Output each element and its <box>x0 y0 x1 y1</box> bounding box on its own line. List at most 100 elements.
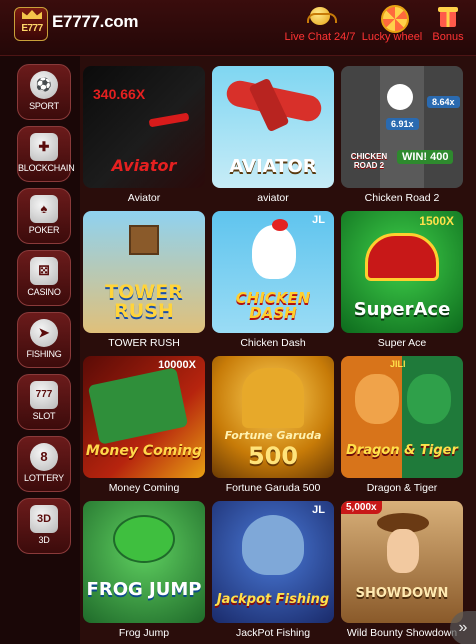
multiplier-text: 340.66X <box>93 86 146 102</box>
garuda-icon <box>242 368 304 428</box>
multiplier-chip: 8.64x <box>427 96 460 108</box>
sidebar-item-label: LOTTERY <box>24 473 64 483</box>
game-logo-text: CHICKEN ROAD 2 <box>350 152 388 170</box>
sidebar-item-poker[interactable]: ♠ POKER <box>17 188 71 244</box>
crown-icon <box>22 10 42 19</box>
game-card-frog-jump[interactable]: FROG JUMP Frog Jump <box>83 501 205 643</box>
money-stack-icon <box>87 367 189 445</box>
bonus-label: Bonus <box>432 31 464 43</box>
game-card-tower-rush[interactable]: TOWER RUSH TOWER RUSH <box>83 211 205 353</box>
crate-icon <box>129 225 159 255</box>
game-name: aviator <box>257 192 289 204</box>
game-thumbnail[interactable]: 5,000x SHOWDOWN <box>341 501 463 623</box>
game-logo-text: FROG JUMP <box>86 579 202 600</box>
game-card-chicken-road-2[interactable]: 6.91x 8.64x WIN! 400 CHICKEN ROAD 2 Chic… <box>341 66 463 208</box>
game-card-aviator-spribe[interactable]: 340.66X Aviator Aviator <box>83 66 205 208</box>
live-chat-button[interactable]: Live Chat 24/7 <box>283 5 357 43</box>
game-logo-text: CHICKEN DASH <box>235 289 311 322</box>
live-chat-label: Live Chat 24/7 <box>284 31 356 43</box>
tiger-icon <box>355 374 399 424</box>
lottery-ball-icon: 8 <box>30 443 58 471</box>
top-header: E777 E7777.com Live Chat 24/7 Lucky whee… <box>0 0 476 56</box>
game-card-super-ace[interactable]: 1500X SuperAce Super Ace <box>341 211 463 353</box>
shark-icon <box>242 515 304 575</box>
sidebar-item-slot[interactable]: 777 SLOT <box>17 374 71 430</box>
game-card-wild-bounty-showdown[interactable]: 5,000x SHOWDOWN Wild Bounty Showdown <box>341 501 463 643</box>
cowgirl-icon <box>387 529 419 573</box>
sidebar-item-label: POKER <box>28 225 60 235</box>
game-name: Chicken Road 2 <box>364 192 440 204</box>
game-card-aviator[interactable]: AVIATOR aviator <box>212 66 334 208</box>
game-logo-text: Dragon & Tiger <box>346 443 458 458</box>
site-logo-text[interactable]: E7777.com <box>52 12 138 32</box>
game-card-chicken-dash[interactable]: JL CHICKEN DASH Chicken Dash <box>212 211 334 353</box>
sidebar-item-label: FISHING <box>26 349 62 359</box>
logo-badge-text: E777 <box>21 23 43 34</box>
logo-badge[interactable]: E777 <box>14 7 48 41</box>
max-win-badge: 5,000x <box>341 501 382 514</box>
game-name: TOWER RUSH <box>108 337 180 349</box>
sidebar-item-blockchain[interactable]: ✚ BLOCKCHAIN <box>17 126 75 182</box>
fish-icon: ➤ <box>30 319 58 347</box>
win-badge: WIN! 400 <box>397 150 454 164</box>
sidebar-item-casino[interactable]: ⚄ CASINO <box>17 250 71 306</box>
sidebar-item-lottery[interactable]: 8 LOTTERY <box>17 436 71 492</box>
headset-icon <box>305 5 337 29</box>
game-logo-text: Jackpot Fishing <box>216 592 330 607</box>
game-thumbnail[interactable]: FROG JUMP <box>83 501 205 623</box>
game-logo-text: TOWER RUSH <box>105 281 183 322</box>
game-name: Super Ace <box>377 337 427 349</box>
game-name: Frog Jump <box>118 627 170 639</box>
sidebar-item-sport[interactable]: ⚽ SPORT <box>17 64 71 120</box>
sidebar-item-label: SPORT <box>29 101 59 111</box>
game-logo-text: AVIATOR <box>229 156 317 177</box>
sidebar-item-label: SLOT <box>32 411 56 421</box>
provider-badge: JILI <box>390 359 406 369</box>
3d-icon: 3D <box>30 505 58 533</box>
game-thumbnail[interactable]: TOWER RUSH <box>83 211 205 333</box>
game-card-dragon-tiger[interactable]: JILI Dragon & Tiger Dragon & Tiger <box>341 356 463 498</box>
sidebar-item-fishing[interactable]: ➤ FISHING <box>17 312 71 368</box>
game-card-fortune-garuda-500[interactable]: Fortune Garuda 500 Fortune Garuda 500 <box>212 356 334 498</box>
game-thumbnail[interactable]: AVIATOR <box>212 66 334 188</box>
game-card-jackpot-fishing[interactable]: JL Jackpot Fishing JackPot Fishing <box>212 501 334 643</box>
game-thumbnail[interactable]: JL CHICKEN DASH <box>212 211 334 333</box>
game-logo-text: SuperAce <box>353 299 451 320</box>
soccer-ball-icon: ⚽ <box>30 71 58 99</box>
game-logo-text: SHOWDOWN <box>355 586 449 601</box>
sidebar-item-3d[interactable]: 3D 3D <box>17 498 71 554</box>
max-win-badge: 1500X <box>419 214 454 228</box>
game-thumbnail[interactable]: 1500X SuperAce <box>341 211 463 333</box>
sidebar-item-label: BLOCKCHAIN <box>18 163 75 173</box>
gift-icon <box>433 5 463 29</box>
jester-hat-icon <box>365 233 439 281</box>
game-name: Chicken Dash <box>240 337 306 349</box>
rooster-comb <box>272 219 288 231</box>
game-subtitle-text: Fortune Garuda <box>224 429 322 442</box>
game-thumbnail[interactable]: JL Jackpot Fishing <box>212 501 334 623</box>
game-logo-text: 500 <box>247 442 299 470</box>
sidebar-item-label: CASINO <box>27 287 61 297</box>
provider-badge: JL <box>312 504 325 516</box>
game-thumbnail[interactable]: Fortune Garuda 500 <box>212 356 334 478</box>
wheel-icon <box>377 5 409 33</box>
plane-icon <box>148 112 190 128</box>
game-logo-text: Aviator <box>111 156 177 175</box>
bonus-button[interactable]: Bonus <box>428 5 468 43</box>
game-name: Dragon & Tiger <box>366 482 438 494</box>
slot-777-icon: 777 <box>30 381 58 409</box>
gamepad-icon: ✚ <box>30 133 58 161</box>
scroll-right-button[interactable]: » <box>450 611 476 644</box>
category-sidebar: ⚽ SPORT ✚ BLOCKCHAIN ♠ POKER ⚄ CASINO ➤ … <box>0 56 80 644</box>
multiplier-chip: 6.91x <box>386 118 419 130</box>
game-thumbnail[interactable]: 10000X Money Coming <box>83 356 205 478</box>
game-name: Wild Bounty Showdown <box>346 627 458 639</box>
lucky-wheel-button[interactable]: Lucky wheel <box>357 5 427 43</box>
game-logo-text: Money Coming <box>85 443 203 459</box>
game-thumbnail[interactable]: 6.91x 8.64x WIN! 400 CHICKEN ROAD 2 <box>341 66 463 188</box>
dragon-icon <box>407 374 451 424</box>
game-thumbnail[interactable]: 340.66X Aviator <box>83 66 205 188</box>
game-card-money-coming[interactable]: 10000X Money Coming Money Coming <box>83 356 205 498</box>
game-thumbnail[interactable]: JILI Dragon & Tiger <box>341 356 463 478</box>
game-name: JackPot Fishing <box>235 627 311 639</box>
